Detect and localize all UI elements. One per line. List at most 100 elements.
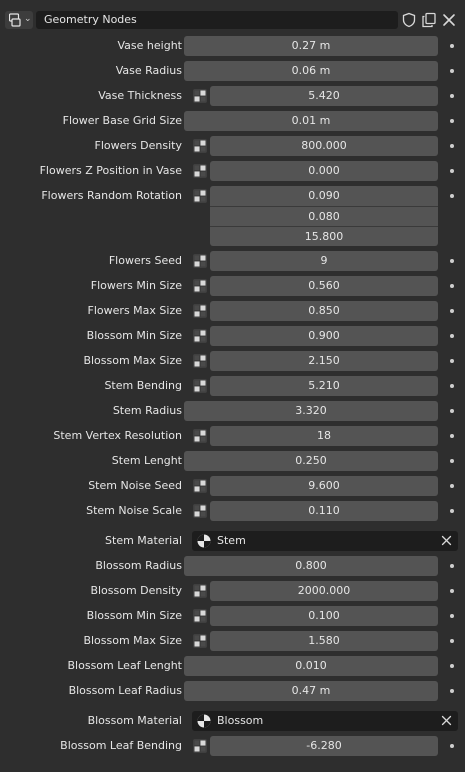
keyframe-dot-icon[interactable]: [450, 664, 454, 668]
attribute-toggle-icon[interactable]: [192, 428, 208, 444]
copy-icon[interactable]: [421, 12, 437, 28]
param-value-field[interactable]: 2000.000: [210, 581, 438, 601]
keyframe-dot-icon[interactable]: [450, 69, 454, 73]
material-name: Stem: [217, 534, 246, 547]
modifier-type-dropdown[interactable]: ⌄: [5, 11, 33, 29]
vector-z-field[interactable]: 15.800: [210, 226, 438, 246]
param-value-field[interactable]: 0.47 m: [184, 681, 438, 701]
attribute-toggle-icon[interactable]: [192, 503, 208, 519]
attribute-toggle-icon[interactable]: [192, 478, 208, 494]
attribute-toggle-icon[interactable]: [192, 738, 208, 754]
attribute-toggle-icon[interactable]: [192, 353, 208, 369]
shield-icon[interactable]: [401, 12, 417, 28]
attribute-toggle-icon[interactable]: [192, 303, 208, 319]
param-value-field[interactable]: 5.420: [210, 86, 438, 106]
attribute-toggle-icon[interactable]: [192, 633, 208, 649]
material-selector[interactable]: Stem: [192, 531, 458, 551]
param-row-blossom-leaf-length: Blossom Leaf Lenght 0.010: [0, 656, 465, 676]
param-value-field[interactable]: 2.150: [210, 351, 438, 371]
param-row-stem-length: Stem Lenght 0.250: [0, 451, 465, 471]
param-value-field[interactable]: -6.280: [210, 736, 438, 756]
attribute-toggle-icon[interactable]: [192, 608, 208, 624]
keyframe-dot-icon[interactable]: [450, 284, 454, 288]
keyframe-dot-icon[interactable]: [450, 459, 454, 463]
param-value-field[interactable]: 1.580: [210, 631, 438, 651]
param-value-field[interactable]: 9: [210, 251, 438, 271]
clear-icon[interactable]: [441, 535, 452, 546]
keyframe-dot-icon[interactable]: [450, 509, 454, 513]
param-value-field[interactable]: 0.000: [210, 161, 438, 181]
param-value-field[interactable]: 9.600: [210, 476, 438, 496]
param-label: Blossom Max Size: [83, 634, 182, 647]
param-row-blossom-max-size: Blossom Max Size 2.150: [0, 351, 465, 371]
param-label: Stem Noise Scale: [86, 504, 182, 517]
keyframe-dot-icon[interactable]: [450, 689, 454, 693]
param-label: Blossom Radius: [95, 559, 182, 572]
close-icon[interactable]: [441, 12, 457, 28]
attribute-toggle-icon[interactable]: [192, 328, 208, 344]
keyframe-dot-icon[interactable]: [450, 359, 454, 363]
param-row-stem-radius: Stem Radius 3.320: [0, 401, 465, 421]
keyframe-dot-icon[interactable]: [450, 119, 454, 123]
keyframe-dot-icon[interactable]: [450, 614, 454, 618]
param-value-field[interactable]: 0.06 m: [184, 61, 438, 81]
vector-y-field[interactable]: 0.080: [210, 206, 438, 226]
param-label: Flowers Density: [94, 139, 182, 152]
param-row-blossom-min-size-2: Blossom Min Size 0.100: [0, 606, 465, 626]
param-value-field[interactable]: 0.850: [210, 301, 438, 321]
param-value-field[interactable]: 800.000: [210, 136, 438, 156]
param-value-field[interactable]: 0.560: [210, 276, 438, 296]
keyframe-dot-icon[interactable]: [450, 334, 454, 338]
chevron-down-icon: ⌄: [24, 14, 32, 24]
keyframe-dot-icon[interactable]: [450, 144, 454, 148]
attribute-toggle-icon[interactable]: [192, 378, 208, 394]
attribute-toggle-icon[interactable]: [192, 278, 208, 294]
param-value-field[interactable]: 0.01 m: [184, 111, 438, 131]
param-value-field[interactable]: 0.110: [210, 501, 438, 521]
keyframe-dot-icon[interactable]: [450, 194, 454, 198]
param-label: Stem Bending: [104, 379, 182, 392]
param-value-field[interactable]: 0.900: [210, 326, 438, 346]
material-icon: [196, 713, 212, 729]
keyframe-dot-icon[interactable]: [450, 259, 454, 263]
keyframe-dot-icon[interactable]: [450, 434, 454, 438]
attribute-toggle-icon[interactable]: [192, 188, 208, 204]
clear-icon[interactable]: [441, 715, 452, 726]
param-value-field[interactable]: 18: [210, 426, 438, 446]
keyframe-dot-icon[interactable]: [450, 94, 454, 98]
param-label: Vase Radius: [115, 64, 182, 77]
keyframe-dot-icon[interactable]: [450, 44, 454, 48]
modifier-name-field[interactable]: Geometry Nodes: [36, 11, 398, 29]
keyframe-dot-icon[interactable]: [450, 589, 454, 593]
attribute-toggle-icon[interactable]: [192, 253, 208, 269]
param-label: Stem Radius: [112, 404, 182, 417]
keyframe-dot-icon[interactable]: [450, 384, 454, 388]
param-value-field[interactable]: 5.210: [210, 376, 438, 396]
param-value-field[interactable]: 3.320: [184, 401, 438, 421]
attribute-toggle-icon[interactable]: [192, 163, 208, 179]
param-label: Blossom Min Size: [86, 609, 182, 622]
param-row-stem-material: Stem Material Stem: [0, 531, 465, 551]
param-label: Flowers Seed: [108, 254, 182, 267]
param-value-field[interactable]: 0.250: [184, 451, 438, 471]
keyframe-dot-icon[interactable]: [450, 484, 454, 488]
keyframe-dot-icon[interactable]: [450, 639, 454, 643]
param-value-field[interactable]: 0.010: [184, 656, 438, 676]
vector-x-field[interactable]: 0.090: [210, 186, 438, 206]
param-value-field[interactable]: 0.100: [210, 606, 438, 626]
keyframe-dot-icon[interactable]: [450, 744, 454, 748]
param-row-stem-bending: Stem Bending 5.210: [0, 376, 465, 396]
param-label: Blossom Material: [87, 714, 182, 727]
param-value-field[interactable]: 0.27 m: [184, 36, 438, 56]
keyframe-dot-icon[interactable]: [450, 564, 454, 568]
attribute-toggle-icon[interactable]: [192, 583, 208, 599]
param-value-field[interactable]: 0.800: [184, 556, 438, 576]
param-row-blossom-max-size-2: Blossom Max Size 1.580: [0, 631, 465, 651]
attribute-toggle-icon[interactable]: [192, 88, 208, 104]
attribute-toggle-icon[interactable]: [192, 138, 208, 154]
material-selector[interactable]: Blossom: [192, 711, 458, 731]
keyframe-dot-icon[interactable]: [450, 169, 454, 173]
keyframe-dot-icon[interactable]: [450, 309, 454, 313]
keyframe-dot-icon[interactable]: [450, 409, 454, 413]
material-name: Blossom: [217, 714, 264, 727]
